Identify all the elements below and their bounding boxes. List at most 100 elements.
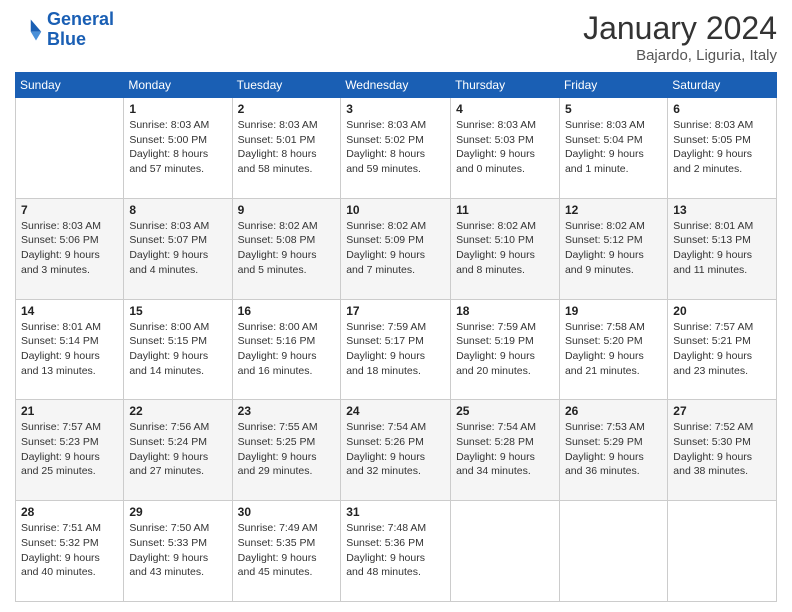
day-number: 13: [673, 203, 771, 217]
calendar-week-row: 21 Sunrise: 7:57 AM Sunset: 5:23 PM Dayli…: [16, 400, 777, 501]
calendar-cell: 25 Sunrise: 7:54 AM Sunset: 5:28 PM Dayli…: [451, 400, 560, 501]
day-info: Sunrise: 8:03 AM Sunset: 5:07 PM Dayligh…: [129, 219, 226, 278]
calendar-header-sunday: Sunday: [16, 73, 124, 98]
day-info: Sunrise: 7:55 AM Sunset: 5:25 PM Dayligh…: [238, 420, 336, 479]
day-info: Sunrise: 7:54 AM Sunset: 5:28 PM Dayligh…: [456, 420, 554, 479]
day-info: Sunrise: 8:02 AM Sunset: 5:10 PM Dayligh…: [456, 219, 554, 278]
location: Bajardo, Liguria, Italy: [583, 47, 777, 64]
calendar-header-row: SundayMondayTuesdayWednesdayThursdayFrid…: [16, 73, 777, 98]
calendar-cell: 9 Sunrise: 8:02 AM Sunset: 5:08 PM Daylig…: [232, 198, 341, 299]
day-number: 23: [238, 404, 336, 418]
calendar-header-thursday: Thursday: [451, 73, 560, 98]
calendar-cell: 10 Sunrise: 8:02 AM Sunset: 5:09 PM Dayli…: [341, 198, 451, 299]
calendar-cell: 26 Sunrise: 7:53 AM Sunset: 5:29 PM Dayli…: [559, 400, 667, 501]
day-number: 28: [21, 505, 118, 519]
day-number: 18: [456, 304, 554, 318]
day-number: 24: [346, 404, 445, 418]
logo-text: General Blue: [47, 10, 114, 50]
day-number: 4: [456, 102, 554, 116]
header: General Blue January 2024 Bajardo, Ligur…: [15, 10, 777, 64]
calendar-week-row: 14Sunrise: 8:01 AM Sunset: 5:14 PM Dayli…: [16, 299, 777, 400]
calendar-cell: 12 Sunrise: 8:02 AM Sunset: 5:12 PM Dayli…: [559, 198, 667, 299]
calendar-cell: 4Sunrise: 8:03 AM Sunset: 5:03 PM Daylig…: [451, 98, 560, 199]
day-number: 22: [129, 404, 226, 418]
day-info: Sunrise: 8:01 AM Sunset: 5:13 PM Dayligh…: [673, 219, 771, 278]
day-number: 1: [129, 102, 226, 116]
day-info: Sunrise: 8:02 AM Sunset: 5:09 PM Dayligh…: [346, 219, 445, 278]
day-number: 3: [346, 102, 445, 116]
calendar-cell: 7 Sunrise: 8:03 AM Sunset: 5:06 PM Daylig…: [16, 198, 124, 299]
calendar-cell: 1 Sunrise: 8:03 AM Sunset: 5:00 PM Daylig…: [124, 98, 232, 199]
calendar-cell: 28 Sunrise: 7:51 AM Sunset: 5:32 PM Dayli…: [16, 501, 124, 602]
day-number: 16: [238, 304, 336, 318]
day-info: Sunrise: 8:00 AM Sunset: 5:15 PM Dayligh…: [129, 320, 226, 379]
logo: General Blue: [15, 10, 114, 50]
day-number: 19: [565, 304, 662, 318]
calendar-cell: 31 Sunrise: 7:48 AM Sunset: 5:36 PM Dayli…: [341, 501, 451, 602]
day-number: 21: [21, 404, 118, 418]
logo-general: General: [47, 9, 114, 29]
calendar-cell: 3 Sunrise: 8:03 AM Sunset: 5:02 PM Daylig…: [341, 98, 451, 199]
day-info: Sunrise: 7:53 AM Sunset: 5:29 PM Dayligh…: [565, 420, 662, 479]
day-info: Sunrise: 7:59 AM Sunset: 5:19 PM Dayligh…: [456, 320, 554, 379]
logo-blue: Blue: [47, 29, 86, 49]
day-info: Sunrise: 8:02 AM Sunset: 5:12 PM Dayligh…: [565, 219, 662, 278]
day-info: Sunrise: 7:54 AM Sunset: 5:26 PM Dayligh…: [346, 420, 445, 479]
day-info: Sunrise: 7:57 AM Sunset: 5:23 PM Dayligh…: [21, 420, 118, 479]
day-info: Sunrise: 7:59 AM Sunset: 5:17 PM Dayligh…: [346, 320, 445, 379]
day-number: 26: [565, 404, 662, 418]
day-number: 7: [21, 203, 118, 217]
day-info: Sunrise: 7:49 AM Sunset: 5:35 PM Dayligh…: [238, 521, 336, 580]
day-number: 14: [21, 304, 118, 318]
day-number: 11: [456, 203, 554, 217]
calendar-cell: 18 Sunrise: 7:59 AM Sunset: 5:19 PM Dayli…: [451, 299, 560, 400]
day-info: Sunrise: 7:57 AM Sunset: 5:21 PM Dayligh…: [673, 320, 771, 379]
calendar-cell: 19 Sunrise: 7:58 AM Sunset: 5:20 PM Dayli…: [559, 299, 667, 400]
day-number: 20: [673, 304, 771, 318]
day-number: 31: [346, 505, 445, 519]
day-number: 2: [238, 102, 336, 116]
logo-icon: [15, 16, 43, 44]
day-number: 30: [238, 505, 336, 519]
calendar-cell: 16 Sunrise: 8:00 AM Sunset: 5:16 PM Dayli…: [232, 299, 341, 400]
calendar-cell: 20 Sunrise: 7:57 AM Sunset: 5:21 PM Dayli…: [668, 299, 777, 400]
day-number: 10: [346, 203, 445, 217]
day-number: 9: [238, 203, 336, 217]
day-info: Sunrise: 8:03 AM Sunset: 5:01 PM Dayligh…: [238, 118, 336, 177]
calendar-cell: [16, 98, 124, 199]
day-number: 25: [456, 404, 554, 418]
calendar-cell: 14Sunrise: 8:01 AM Sunset: 5:14 PM Dayli…: [16, 299, 124, 400]
day-info: Sunrise: 7:58 AM Sunset: 5:20 PM Dayligh…: [565, 320, 662, 379]
day-info: Sunrise: 8:03 AM Sunset: 5:06 PM Dayligh…: [21, 219, 118, 278]
day-number: 8: [129, 203, 226, 217]
day-number: 12: [565, 203, 662, 217]
calendar-cell: 23 Sunrise: 7:55 AM Sunset: 5:25 PM Dayli…: [232, 400, 341, 501]
calendar-cell: 5 Sunrise: 8:03 AM Sunset: 5:04 PM Daylig…: [559, 98, 667, 199]
day-info: Sunrise: 7:48 AM Sunset: 5:36 PM Dayligh…: [346, 521, 445, 580]
calendar-week-row: 28 Sunrise: 7:51 AM Sunset: 5:32 PM Dayli…: [16, 501, 777, 602]
month-title: January 2024: [583, 10, 777, 47]
calendar-cell: 6Sunrise: 8:03 AM Sunset: 5:05 PM Daylig…: [668, 98, 777, 199]
calendar-cell: 21 Sunrise: 7:57 AM Sunset: 5:23 PM Dayli…: [16, 400, 124, 501]
title-block: January 2024 Bajardo, Liguria, Italy: [583, 10, 777, 64]
day-info: Sunrise: 7:50 AM Sunset: 5:33 PM Dayligh…: [129, 521, 226, 580]
day-number: 5: [565, 102, 662, 116]
calendar-cell: [668, 501, 777, 602]
day-info: Sunrise: 8:00 AM Sunset: 5:16 PM Dayligh…: [238, 320, 336, 379]
day-info: Sunrise: 8:03 AM Sunset: 5:02 PM Dayligh…: [346, 118, 445, 177]
day-number: 27: [673, 404, 771, 418]
calendar-cell: [559, 501, 667, 602]
day-info: Sunrise: 8:03 AM Sunset: 5:05 PM Dayligh…: [673, 118, 771, 177]
calendar-cell: 29Sunrise: 7:50 AM Sunset: 5:33 PM Dayli…: [124, 501, 232, 602]
calendar-cell: 15Sunrise: 8:00 AM Sunset: 5:15 PM Dayli…: [124, 299, 232, 400]
day-info: Sunrise: 7:51 AM Sunset: 5:32 PM Dayligh…: [21, 521, 118, 580]
calendar-cell: 24 Sunrise: 7:54 AM Sunset: 5:26 PM Dayli…: [341, 400, 451, 501]
day-info: Sunrise: 7:52 AM Sunset: 5:30 PM Dayligh…: [673, 420, 771, 479]
calendar-cell: 22Sunrise: 7:56 AM Sunset: 5:24 PM Dayli…: [124, 400, 232, 501]
calendar-cell: 13 Sunrise: 8:01 AM Sunset: 5:13 PM Dayli…: [668, 198, 777, 299]
day-info: Sunrise: 8:03 AM Sunset: 5:04 PM Dayligh…: [565, 118, 662, 177]
day-info: Sunrise: 8:03 AM Sunset: 5:00 PM Dayligh…: [129, 118, 226, 177]
day-info: Sunrise: 8:02 AM Sunset: 5:08 PM Dayligh…: [238, 219, 336, 278]
calendar-header-friday: Friday: [559, 73, 667, 98]
calendar-week-row: 7 Sunrise: 8:03 AM Sunset: 5:06 PM Daylig…: [16, 198, 777, 299]
